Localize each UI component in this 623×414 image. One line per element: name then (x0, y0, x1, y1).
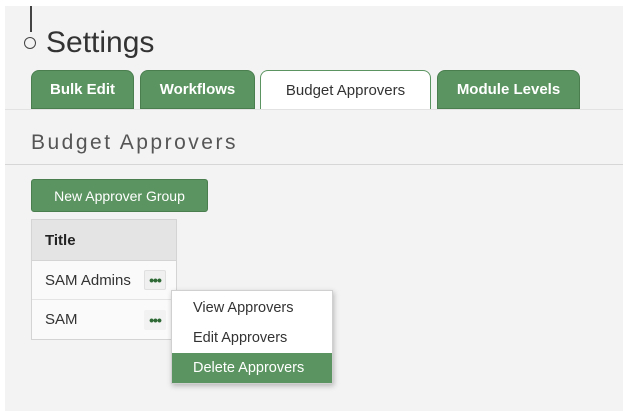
table-row: SAM Admins ••• (32, 261, 176, 300)
page-title: Settings (46, 26, 155, 59)
menu-item-view-approvers[interactable]: View Approvers (172, 293, 332, 323)
column-header-title[interactable]: Title (32, 220, 176, 261)
row-title: SAM (45, 311, 78, 328)
more-actions-icon[interactable]: ••• (144, 309, 166, 330)
menu-item-delete-approvers[interactable]: Delete Approvers (172, 353, 332, 383)
menu-item-edit-approvers[interactable]: Edit Approvers (172, 323, 332, 353)
section-title: Budget Approvers (31, 131, 238, 154)
section-divider (5, 164, 623, 165)
tab-workflows[interactable]: Workflows (140, 70, 255, 109)
row-actions-menu: View Approvers Edit Approvers Delete App… (171, 290, 333, 384)
tab-budget-approvers[interactable]: Budget Approvers (260, 70, 431, 110)
timeline-line (30, 6, 32, 32)
new-approver-group-button[interactable]: New Approver Group (31, 179, 208, 212)
approver-groups-table: Title SAM Admins ••• SAM ••• (31, 219, 177, 340)
row-title: SAM Admins (45, 271, 131, 289)
tab-module-levels[interactable]: Module Levels (437, 70, 580, 109)
table-row: SAM ••• (32, 300, 176, 339)
more-actions-icon[interactable]: ••• (144, 270, 166, 290)
settings-tabs: Bulk Edit Workflows Budget Approvers Mod… (31, 70, 621, 110)
tab-strip-divider (5, 109, 623, 110)
timeline-node-icon (24, 37, 36, 49)
tab-bulk-edit[interactable]: Bulk Edit (31, 70, 134, 109)
